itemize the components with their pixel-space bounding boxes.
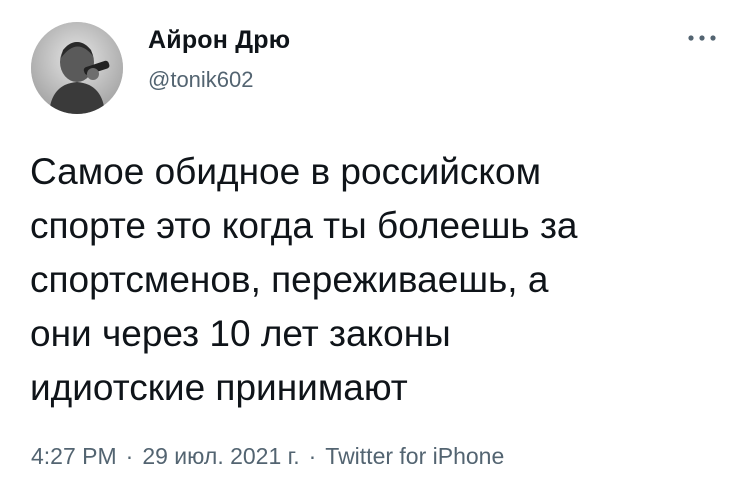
author-handle[interactable]: @tonik602 xyxy=(148,67,254,93)
tweet-meta: 4:27 PM · 29 июл. 2021 г. · Twitter for iPho… xyxy=(31,443,504,470)
author-name[interactable]: Айрон Дрю xyxy=(148,26,290,55)
tweet-card: Айрон Дрю @tonik602 Самое обидное в росс… xyxy=(0,0,750,501)
tweet-source[interactable]: Twitter for iPhone xyxy=(325,443,504,469)
tweet-date[interactable]: 29 июл. 2021 г. xyxy=(142,443,299,469)
tweet-time[interactable]: 4:27 PM xyxy=(31,443,117,469)
tweet-text-line: спорте это когда ты болеешь за xyxy=(30,205,578,246)
more-options-button[interactable] xyxy=(684,26,720,50)
tweet-text-line: они через 10 лет законы xyxy=(30,313,451,354)
meta-separator: · xyxy=(308,443,317,469)
tweet-text: Самое обидное в российском спорте это ко… xyxy=(30,145,720,415)
tweet-text-line: идиотские принимают xyxy=(30,367,408,408)
avatar-photo xyxy=(31,22,123,114)
tweet-text-line: спортсменов, переживаешь, а xyxy=(30,259,549,300)
more-horizontal-icon xyxy=(688,35,716,41)
tweet-text-line: Самое обидное в российском xyxy=(30,151,542,192)
meta-separator: · xyxy=(125,443,134,469)
avatar[interactable] xyxy=(31,22,123,114)
